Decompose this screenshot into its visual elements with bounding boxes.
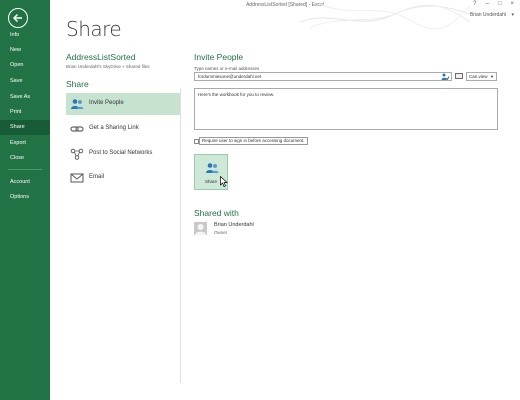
account-caret-icon[interactable]: ▾ <box>511 12 514 18</box>
account-name[interactable]: Brian Underdahl <box>470 12 506 18</box>
help-button[interactable]: ? <box>473 1 476 7</box>
nav-item-close[interactable]: Close <box>0 151 50 166</box>
nav-item-save[interactable]: Save <box>0 74 50 89</box>
share-option-social-networks[interactable]: Post to Social Networks <box>66 143 180 165</box>
invite-people-heading: Invite People <box>194 52 244 62</box>
share-section-heading: Share <box>66 79 89 89</box>
share-option-email[interactable]: Email <box>66 167 180 189</box>
nav-item-open[interactable]: Open <box>0 58 50 73</box>
email-icon <box>70 173 84 183</box>
mouse-cursor-icon <box>220 176 228 187</box>
backstage-nav: Info New Open Save Save As Print Share E… <box>0 0 50 400</box>
permission-value: Can view <box>469 74 488 79</box>
share-option-invite-people[interactable]: Invite People <box>66 93 180 115</box>
share-option-sharing-link[interactable]: Get a Sharing Link <box>66 118 180 140</box>
back-arrow-icon <box>12 13 22 23</box>
pane-divider <box>180 88 181 383</box>
nav-item-save-as[interactable]: Save As <box>0 90 50 105</box>
nav-item-print[interactable]: Print <box>0 105 50 120</box>
social-networks-icon <box>70 148 84 160</box>
nav-divider <box>8 169 42 170</box>
window-controls: ? – □ × <box>473 1 514 7</box>
link-icon <box>70 126 84 132</box>
minimize-button[interactable]: – <box>486 1 489 7</box>
address-book-icon[interactable] <box>455 73 463 79</box>
nav-item-export[interactable]: Export <box>0 136 50 151</box>
shared-person-role: Owner <box>214 230 228 235</box>
share-option-label: Post to Social Networks <box>89 150 153 156</box>
share-option-label: Get a Sharing Link <box>89 125 139 131</box>
require-signin-label[interactable]: Require user to sign in before accessing… <box>199 137 308 145</box>
maximize-button[interactable]: □ <box>498 1 502 7</box>
document-name: AddressListSorted <box>66 52 136 62</box>
nav-item-share[interactable]: Share <box>0 120 50 135</box>
recipients-input[interactable]: fordummiesone@underdahl.net <box>194 72 452 81</box>
person-icon <box>195 224 206 235</box>
chevron-down-icon: ▼ <box>490 74 494 79</box>
nav-item-info[interactable]: Info <box>0 28 50 43</box>
invite-people-icon <box>71 99 84 109</box>
close-button[interactable]: × <box>510 1 514 7</box>
check-names-icon[interactable] <box>441 73 449 80</box>
share-people-icon <box>206 163 219 173</box>
header-decoration <box>300 3 470 30</box>
share-option-label: Email <box>89 174 105 180</box>
share-option-label: Invite People <box>89 100 124 106</box>
permission-select[interactable]: Can view ▼ <box>466 72 497 81</box>
avatar <box>194 222 207 235</box>
nav-item-options[interactable]: Options <box>0 190 50 205</box>
recipients-label: Type names or e-mail addresses <box>194 66 260 71</box>
nav-item-account[interactable]: Account <box>0 175 50 190</box>
shared-with-heading: Shared with <box>194 208 239 218</box>
shared-person-name: Brian Underdahl <box>214 222 254 228</box>
document-path: Brian Underdahl's SkyDrive » Shared file… <box>66 64 150 69</box>
message-input[interactable]: Here's the workbook for you to review. <box>194 88 498 130</box>
back-button[interactable] <box>8 8 28 28</box>
nav-item-new[interactable]: New <box>0 43 50 58</box>
page-title: Share <box>66 17 122 41</box>
